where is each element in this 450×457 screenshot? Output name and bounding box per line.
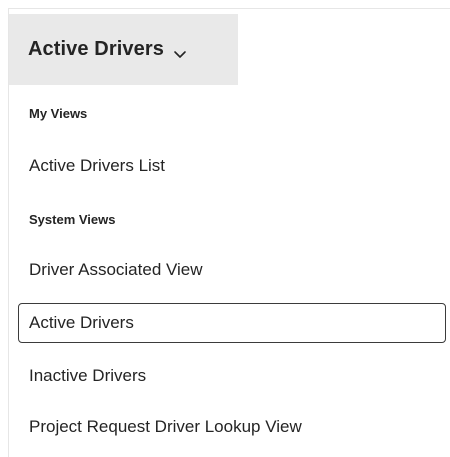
panel-top-border xyxy=(8,8,450,9)
menu-item-active-drivers-list[interactable]: Active Drivers List xyxy=(29,156,165,176)
menu-item-active-drivers-label: Active Drivers xyxy=(29,313,134,332)
chevron-down-icon xyxy=(173,46,187,58)
menu-item-project-request-driver-lookup-view[interactable]: Project Request Driver Lookup View xyxy=(29,417,302,437)
menu-item-driver-associated-view[interactable]: Driver Associated View xyxy=(29,260,203,280)
group-header-system-views: System Views xyxy=(29,212,116,227)
menu-item-active-drivers[interactable]: Active Drivers xyxy=(18,303,446,343)
view-selector-button[interactable]: Active Drivers xyxy=(9,14,238,85)
menu-item-inactive-drivers[interactable]: Inactive Drivers xyxy=(29,366,146,386)
view-selector-label: Active Drivers xyxy=(28,38,164,60)
view-picker-panel: Active Drivers My Views Active Drivers L… xyxy=(0,0,450,457)
group-header-my-views: My Views xyxy=(29,106,88,121)
